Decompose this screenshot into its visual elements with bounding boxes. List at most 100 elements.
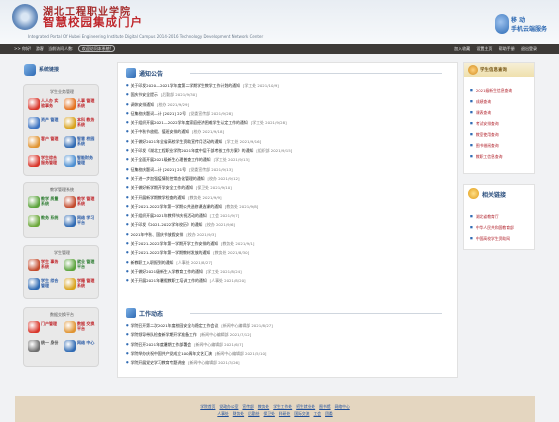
student-query-link[interactable]: 图书借阅查询 [470,140,512,151]
notice-item-title[interactable]: 关于全面开展2021级新生心理普查工作的通知 [131,157,211,162]
footer-link[interactable]: 保卫处 [264,411,275,416]
system-link-button[interactable]: 教务 系统 [28,214,60,230]
system-link-button[interactable]: 教学 质量系统 [28,195,60,211]
set-homepage-link[interactable]: 设置主页 [476,46,492,51]
student-query-link[interactable]: 2021级新生信息查询 [470,85,512,96]
notice-item[interactable]: 关于做好2021级新生入学教育工作的通知[学工处 2021/8/24] [126,267,448,276]
notice-item-title[interactable]: 关于2021-2022学年第一学期开学工作安排的通知 [131,241,218,246]
student-query-link[interactable]: 考试安排查询 [470,118,512,129]
footer-link[interactable]: 网络中心 [335,404,350,409]
work-item[interactable]: 学院领导带队检查新学期开学准备工作[新闻中心编辑部 2021/7/12] [126,330,448,339]
related-link[interactable]: 湖北省教育厅 [470,211,514,222]
logout-link[interactable]: 退出登录 [521,46,537,51]
footer-link[interactable]: 人事处 [217,411,228,416]
notice-item-title[interactable]: 关于做好2021级新生入学教育工作的通知 [131,269,203,274]
system-link-button[interactable]: 智能财务 管理 [64,154,96,170]
work-item[interactable]: 学院召开2021年度暑期工作部署会[新闻中心编辑部 2021/6/7] [126,340,448,349]
notice-item[interactable]: 征集校庆题词—计 [2021] 21号[党委宣传部 2021/9/13] [126,165,448,174]
notice-item-title[interactable]: 征集校庆题词—计 [2021] 21号 [131,167,186,172]
work-item-title[interactable]: 学院召开2021年度暑期工作部署会 [131,342,191,347]
work-item[interactable]: 学院开展党史学习教育专题讲座[新闻中心编辑部 2021/3/26] [126,358,448,367]
system-link-button[interactable]: 本科 教务系统 [64,116,96,132]
notice-item[interactable]: 关于2021-2022学年第一学期开学工作安排的通知[教务处 2021/9/1] [126,239,448,248]
notice-item-title[interactable]: 关于印发2020—2021学年度第二学期学生教学工作计划的通知 [131,83,240,88]
system-link-button[interactable]: 网络 中心 [64,339,96,355]
system-link-button[interactable]: 客户 管理 [28,135,60,151]
system-link-button[interactable]: 数据 交换平台 [64,320,96,336]
notice-item-title[interactable]: 关于组织开展2021—2022学年度家庭经济困难学生认定工作的通知 [131,120,248,125]
notice-item[interactable]: 新教职工入职报到的通知[人事处 2021/8/27] [126,258,448,267]
footer-link[interactable]: 党政办公室 [219,404,238,409]
notice-item-title[interactable]: 调休安排通知 [131,102,154,107]
add-favorite-link[interactable]: 加入收藏 [454,46,470,51]
footer-link[interactable]: 财务处 [233,411,244,416]
footer-link[interactable]: 招生就业处 [296,404,315,409]
system-link-button[interactable]: 就业 管理平台 [64,258,96,274]
notice-item[interactable]: 关于开展2021年暑假教职工培训工作的通知[人事处 2021/8/20] [126,276,448,285]
notice-item[interactable]: 关于做好新学期开学安全工作的通知[保卫处 2021/9/10] [126,183,448,192]
notice-item[interactable]: 关于2021-2022学年第一学期公共选修课选课的通知[教务处 2021/9/8… [126,202,448,211]
notice-item[interactable]: 关于组织开展2021年教师节庆祝活动的通知[工会 2021/9/7] [126,211,448,220]
notice-item[interactable]: 关于全面开展2021级新生心理普查工作的通知[学工处 2021/9/13] [126,155,448,164]
notice-item[interactable]: 关于进一步加强疫情防控常态化管理的通知[校办 2021/9/12] [126,174,448,183]
footer-link[interactable]: 图书馆 [319,404,330,409]
notice-item[interactable]: 调休安排通知[校办 2021/9/29] [126,100,448,109]
footer-link[interactable]: 科研处 [279,411,290,416]
footer-link[interactable]: 后勤处 [248,411,259,416]
notice-item-title[interactable]: 关于2021-2022学年第一学期公共选修课选课的通知 [131,204,222,209]
notice-item-title[interactable]: 关于做好新学期开学安全工作的通知 [131,185,193,190]
notice-item[interactable]: 关于印发2020—2021学年度第二学期学生教学工作计划的通知[学工处 2021… [126,81,448,90]
related-link[interactable]: 中国高校学生资助网 [470,233,514,244]
notice-item[interactable]: 关于开展新学期教学检查的通知[教务处 2021/9/9] [126,193,448,202]
system-link-button[interactable]: 学生综合 服务管理 [28,154,60,170]
footer-link[interactable]: 学院首页 [200,404,215,409]
notice-item[interactable]: 关于做好2021年全省高校学生资助宣传月活动的通知[学工处 2021/9/16] [126,137,448,146]
related-link[interactable]: 中华人民共和国教育部 [470,222,514,233]
system-link-button[interactable]: 门户管理 [28,320,60,336]
student-query-link[interactable]: 教职工信息查询 [470,151,512,162]
system-link-button[interactable]: 学生 综合管理 [28,277,60,293]
notice-item[interactable]: 关于印发《2021-2022学年校历》的通知[校办 2021/9/6] [126,220,448,229]
system-link-button[interactable]: 网络 学习平台 [64,214,96,230]
system-link-button[interactable]: 教学 管理系统 [64,195,96,211]
notice-item[interactable]: 国庆节安全提示[后勤部 2021/9/30] [126,90,448,99]
system-link-button[interactable]: 人人办 实验事务 [28,97,60,113]
notice-item-title[interactable]: 国庆节安全提示 [131,92,158,97]
notice-item-title[interactable]: 关于组织开展2021年教师节庆祝活动的通知 [131,213,207,218]
system-link-button[interactable]: 统一 身份 [28,339,60,355]
notice-item-title[interactable]: 关于印发《湖北工程职业学院2021年度中层干部考核工作方案》的通知 [131,148,254,153]
notice-item-title[interactable]: 2021年中秋、国庆节放假安排 [131,232,184,237]
system-link-button[interactable]: 学生 事务系统 [28,258,60,274]
student-query-link[interactable]: 教室使用查询 [470,129,512,140]
notice-item[interactable]: 2021年中秋、国庆节放假安排[校办 2021/9/3] [126,230,448,239]
notice-item-title[interactable]: 关于进一步加强疫情防控常态化管理的通知 [131,176,205,181]
notice-item-title[interactable]: 关于做好2021年全省高校学生资助宣传月活动的通知 [131,139,223,144]
student-query-link[interactable]: 课表查询 [470,107,512,118]
work-item-title[interactable]: 学院开展党史学习教育专题讲座 [131,360,185,365]
notice-item-title[interactable]: 征集校庆题词—计 [2021] 22号 [131,111,186,116]
footer-link[interactable]: 团委 [325,411,333,416]
help-manual-link[interactable]: 帮助手册 [499,46,515,51]
work-item-title[interactable]: 学院举办庆祝中国共产党成立100周年文艺汇演 [131,351,212,356]
footer-link[interactable]: 学生工作处 [273,404,292,409]
work-item[interactable]: 学院召开第二次2021年度校园安全与稳定工作会议[新闻中心编辑部 2021/8/… [126,321,448,330]
mobile-cloud-button[interactable]: 移 动 手机云端服务 [495,14,547,38]
notice-item[interactable]: 关于印发《湖北工程职业学院2021年度中层干部考核工作方案》的通知[组织部 20… [126,146,448,155]
system-link-button[interactable]: 资产 管理 [28,116,60,132]
work-item[interactable]: 学院举办庆祝中国共产党成立100周年文艺汇演[新闻中心编辑部 2021/5/10… [126,349,448,358]
footer-link[interactable]: 宣传部 [242,404,253,409]
work-item-title[interactable]: 学院召开第二次2021年度校园安全与稳定工作会议 [131,323,219,328]
system-link-button[interactable]: 智慧 校园系统 [64,135,96,151]
work-item-title[interactable]: 学院领导带队检查新学期开学准备工作 [131,332,197,337]
notice-item-title[interactable]: 关于印发《2021-2022学年校历》的通知 [131,222,203,227]
notice-item[interactable]: 征集校庆题词—计 [2021] 22号[党委宣传部 2021/9/28] [126,109,448,118]
notice-item[interactable]: 关于2021-2022学年第一学期教材发放的通知[教务处 2021/8/30] [126,248,448,257]
system-link-button[interactable]: 学籍 管理系统 [64,277,96,293]
notice-item[interactable]: 关于中秋节放假、值班安排的通知[校办 2021/9/18] [126,127,448,136]
footer-link[interactable]: 国际交流 [294,411,309,416]
student-query-link[interactable]: 成绩查询 [470,96,512,107]
footer-link[interactable]: 工会 [313,411,321,416]
notice-item-title[interactable]: 关于中秋节放假、值班安排的通知 [131,129,189,134]
notice-item-title[interactable]: 关于开展2021年暑假教职工培训工作的通知 [131,278,207,283]
system-link-button[interactable]: 人事 管理系统 [64,97,96,113]
